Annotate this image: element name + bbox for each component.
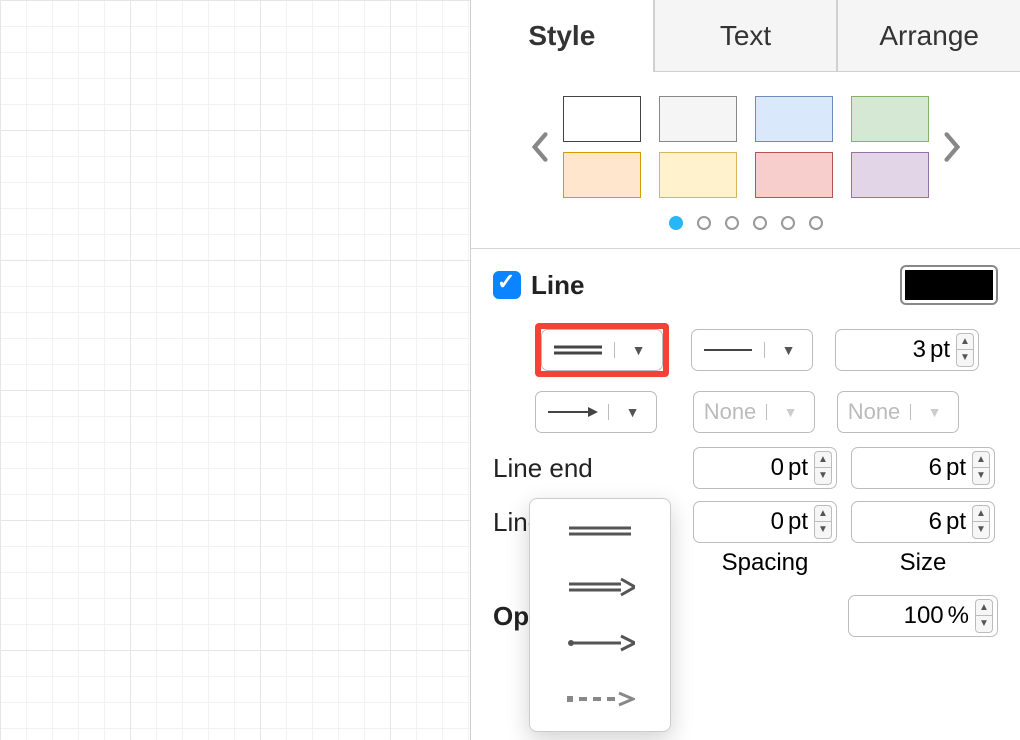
swatch-blue[interactable] — [755, 96, 833, 142]
line-dash-dropdown[interactable]: ▼ — [691, 329, 813, 371]
tab-text[interactable]: Text — [654, 0, 838, 72]
tab-style[interactable]: Style — [471, 0, 654, 72]
color-swatch-grid — [563, 96, 929, 198]
panel-tabs: Style Text Arrange — [471, 0, 1020, 72]
tab-arrange[interactable]: Arrange — [837, 0, 1020, 72]
line-end-size-input[interactable]: 6pt ▲▼ — [851, 447, 995, 489]
line-style-option-single-arrow[interactable] — [530, 615, 670, 671]
line-checkbox[interactable] — [493, 271, 521, 299]
swatches-next[interactable] — [935, 130, 969, 164]
line-style-dropdown[interactable]: ▼ — [541, 329, 663, 371]
chevron-down-icon: ▼ — [764, 342, 812, 358]
line-style-option-dashed-arrow[interactable] — [530, 671, 670, 727]
line-start-spacing-input[interactable]: 0pt ▲▼ — [693, 501, 837, 543]
opacity-input[interactable]: 100% ▲▼ — [848, 595, 998, 637]
canvas[interactable]: H O — [0, 0, 470, 740]
swatch-green[interactable] — [851, 96, 929, 142]
size-column-label: Size — [851, 549, 995, 577]
arrow-end-dropdown[interactable]: None ▼ — [837, 391, 959, 433]
pager-dot-2[interactable] — [697, 216, 711, 230]
line-style-option-double-arrow[interactable] — [530, 559, 670, 615]
line-start-size-input[interactable]: 6pt ▲▼ — [851, 501, 995, 543]
line-color-well[interactable] — [900, 265, 998, 305]
molecule-drawing[interactable]: H O — [0, 0, 300, 150]
spacing-column-label: Spacing — [693, 549, 837, 577]
swatch-pager — [471, 206, 1020, 248]
line-thickness-input[interactable]: 3 pt ▲▼ — [835, 329, 979, 371]
right-panel: Style Text Arrange — [470, 0, 1020, 740]
chevron-down-icon: ▼ — [766, 404, 814, 420]
chevron-down-icon: ▼ — [608, 404, 656, 420]
line-style-popup — [529, 498, 671, 732]
arrow-right-icon — [544, 402, 600, 422]
pager-dot-5[interactable] — [781, 216, 795, 230]
pager-dot-4[interactable] — [753, 216, 767, 230]
swatch-red[interactable] — [755, 152, 833, 198]
swatch-grey[interactable] — [659, 96, 737, 142]
swatch-orange[interactable] — [563, 152, 641, 198]
chevron-down-icon: ▼ — [910, 404, 958, 420]
thickness-stepper[interactable]: ▲▼ — [956, 333, 974, 367]
connector-type-dropdown[interactable]: ▼ — [535, 391, 657, 433]
pager-dot-3[interactable] — [725, 216, 739, 230]
arrow-start-dropdown[interactable]: None ▼ — [693, 391, 815, 433]
pager-dot-6[interactable] — [809, 216, 823, 230]
line-style-option-double[interactable] — [530, 503, 670, 559]
line-style-highlight: ▼ — [535, 323, 669, 377]
line-end-label: Line end — [493, 453, 693, 484]
pager-dot-1[interactable] — [669, 216, 683, 230]
swatch-yellow[interactable] — [659, 152, 737, 198]
swatches-prev[interactable] — [523, 130, 557, 164]
line-section-label: Line — [531, 270, 584, 301]
swatch-white[interactable] — [563, 96, 641, 142]
chevron-down-icon: ▼ — [614, 342, 662, 358]
solid-line-icon — [700, 340, 756, 360]
line-end-spacing-input[interactable]: 0pt ▲▼ — [693, 447, 837, 489]
swatch-purple[interactable] — [851, 152, 929, 198]
double-line-icon — [550, 340, 606, 360]
